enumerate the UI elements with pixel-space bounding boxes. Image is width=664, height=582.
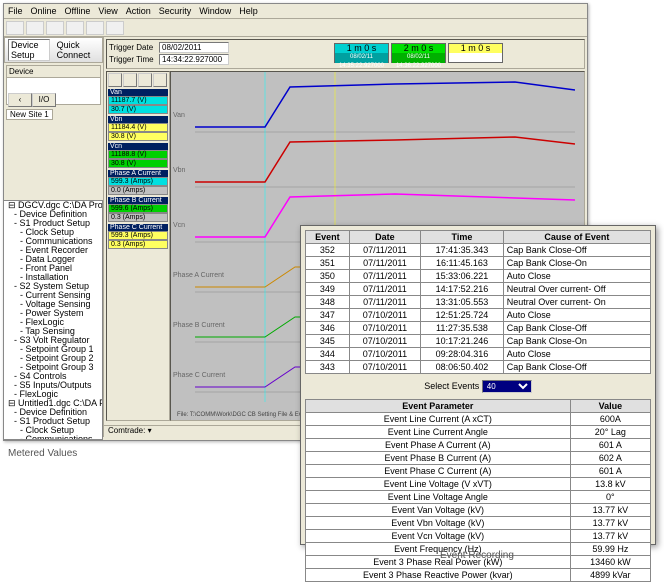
table-row[interactable]: 35107/11/201116:11:45.163Cap Bank Close-… [306,257,651,270]
caption-metered: Metered Values [8,448,77,459]
toolbar-btn[interactable] [46,21,64,35]
menu-view[interactable]: View [98,6,117,16]
meter-value: 0.0 (Amps) [108,186,168,195]
meter-label: Van [108,89,168,96]
table-row[interactable]: 34307/10/201108:06:50.402Cap Bank Close-… [306,361,651,374]
table-row: Event Phase C Current (A)601 A [306,465,651,478]
time-range-button[interactable]: 1 m 0 s08/02/11 14:35:22.927000 [334,43,389,63]
meter-value: 599.6 (Amps) [108,204,168,213]
col-param[interactable]: Event Parameter [306,400,571,413]
device-label: Device [7,66,100,78]
table-row: Event Line Current (A xCT)600A [306,413,651,426]
select-events-dropdown[interactable]: 40 [482,380,532,393]
axis-label: Van [173,112,185,119]
col-value[interactable]: Value [570,400,650,413]
meter-label: Phase C Current [108,224,168,231]
table-row: Event Van Voltage (kV)13.77 kV [306,504,651,517]
menu-security[interactable]: Security [159,6,192,16]
meter-value: 0.3 (Amps) [108,240,168,249]
table-row[interactable]: 34907/11/201114:17:52.216Neutral Over cu… [306,283,651,296]
time-range-button[interactable]: 1 m 0 s [448,43,503,63]
col-time[interactable]: Time [421,231,504,244]
tab-quick-connect[interactable]: Quick Connect [54,39,99,61]
meter-value: 599.3 (Amps) [108,231,168,240]
trigger-date-input[interactable] [159,42,229,53]
meter-value: 30.8 (V) [108,132,168,141]
table-row[interactable]: 34607/10/201111:27:35.538Cap Bank Close-… [306,322,651,335]
table-row[interactable]: 34807/11/201113:31:05.553Neutral Over cu… [306,296,651,309]
menu-help[interactable]: Help [239,6,258,16]
io-button[interactable]: I/O [32,93,56,107]
tab-device-setup[interactable]: Device Setup [8,39,50,61]
meter-value: 11187.7 (V) [108,96,168,105]
meter-sidebar: Van11187.7 (V)30.7 (V)Vbn11184.4 (V)30.8… [106,71,170,421]
trigger-time-label: Trigger Time [109,55,157,64]
io-prev-button[interactable]: ‹ [8,93,32,107]
meter-tool-button[interactable] [153,73,167,87]
meter-value: 11188.8 (V) [108,150,168,159]
caption-event-recording: Event Recording [440,550,514,561]
table-row[interactable]: 34507/10/201110:17:21.246Cap Bank Close-… [306,335,651,348]
toolbar-btn[interactable] [26,21,44,35]
tree-item[interactable]: - Communications [4,435,102,440]
toolbar-btn[interactable] [66,21,84,35]
axis-label: Vbn [173,167,185,174]
toolbar-btn[interactable] [6,21,24,35]
toolbar [4,19,587,37]
meter-value: 11184.4 (V) [108,123,168,132]
meter-label: Vbn [108,116,168,123]
meter-label: Phase A Current [108,170,168,177]
table-row: Event Phase A Current (A)601 A [306,439,651,452]
tree-panel[interactable]: ⊟ DGCV.dgc C:\DA Products\DGC▸- Device D… [3,200,103,440]
col-date[interactable]: Date [349,231,420,244]
menu-window[interactable]: Window [199,6,231,16]
table-row: Event Line Current Angle20° Lag [306,426,651,439]
meter-label: Vcn [108,143,168,150]
select-events-label: Select Events [424,381,479,391]
meter-value: 599.3 (Amps) [108,177,168,186]
meter-tool-button[interactable] [108,73,122,87]
toolbar-btn[interactable] [86,21,104,35]
table-row: Event 3 Phase Reactive Power (kvar)4899 … [306,569,651,582]
axis-label: Vcn [173,222,185,229]
table-row: Event Vbn Voltage (kV)13.77 kV [306,517,651,530]
meter-tool-button[interactable] [138,73,152,87]
event-window: Event Date Time Cause of Event 35207/11/… [300,225,656,545]
menu-offline[interactable]: Offline [65,6,91,16]
meter-value: 0.3 (Amps) [108,213,168,222]
time-range-button[interactable]: 2 m 0 s08/02/11 14:36:22.927000 [391,43,446,63]
meter-label: Phase B Current [108,197,168,204]
trigger-time-input[interactable] [159,54,229,65]
table-row[interactable]: 34707/10/201112:51:25.724Auto Close [306,309,651,322]
table-row[interactable]: 35207/11/201117:41:35.343Cap Bank Close-… [306,244,651,257]
menu-file[interactable]: File [8,6,23,16]
site-tab[interactable]: New Site 1 [6,109,53,120]
toolbar-btn[interactable] [106,21,124,35]
trigger-date-label: Trigger Date [109,43,157,52]
table-row[interactable]: 35007/11/201115:33:06.221Auto Close [306,270,651,283]
col-event[interactable]: Event [306,231,350,244]
menubar: File Online Offline View Action Security… [4,4,587,19]
table-row: Event Line Voltage (V xVT)13.8 kV [306,478,651,491]
table-row: Event Vcn Voltage (kV)13.77 kV [306,530,651,543]
meter-tool-button[interactable] [123,73,137,87]
table-row: Event Line Voltage Angle0° [306,491,651,504]
col-cause[interactable]: Cause of Event [503,231,650,244]
meter-value: 30.7 (V) [108,105,168,114]
event-table: Event Date Time Cause of Event 35207/11/… [305,230,651,374]
table-row: Event Phase B Current (A)602 A [306,452,651,465]
menu-action[interactable]: Action [126,6,151,16]
table-row[interactable]: 34407/10/201109:28:04.316Auto Close [306,348,651,361]
meter-value: 30.8 (V) [108,159,168,168]
menu-online[interactable]: Online [31,6,57,16]
